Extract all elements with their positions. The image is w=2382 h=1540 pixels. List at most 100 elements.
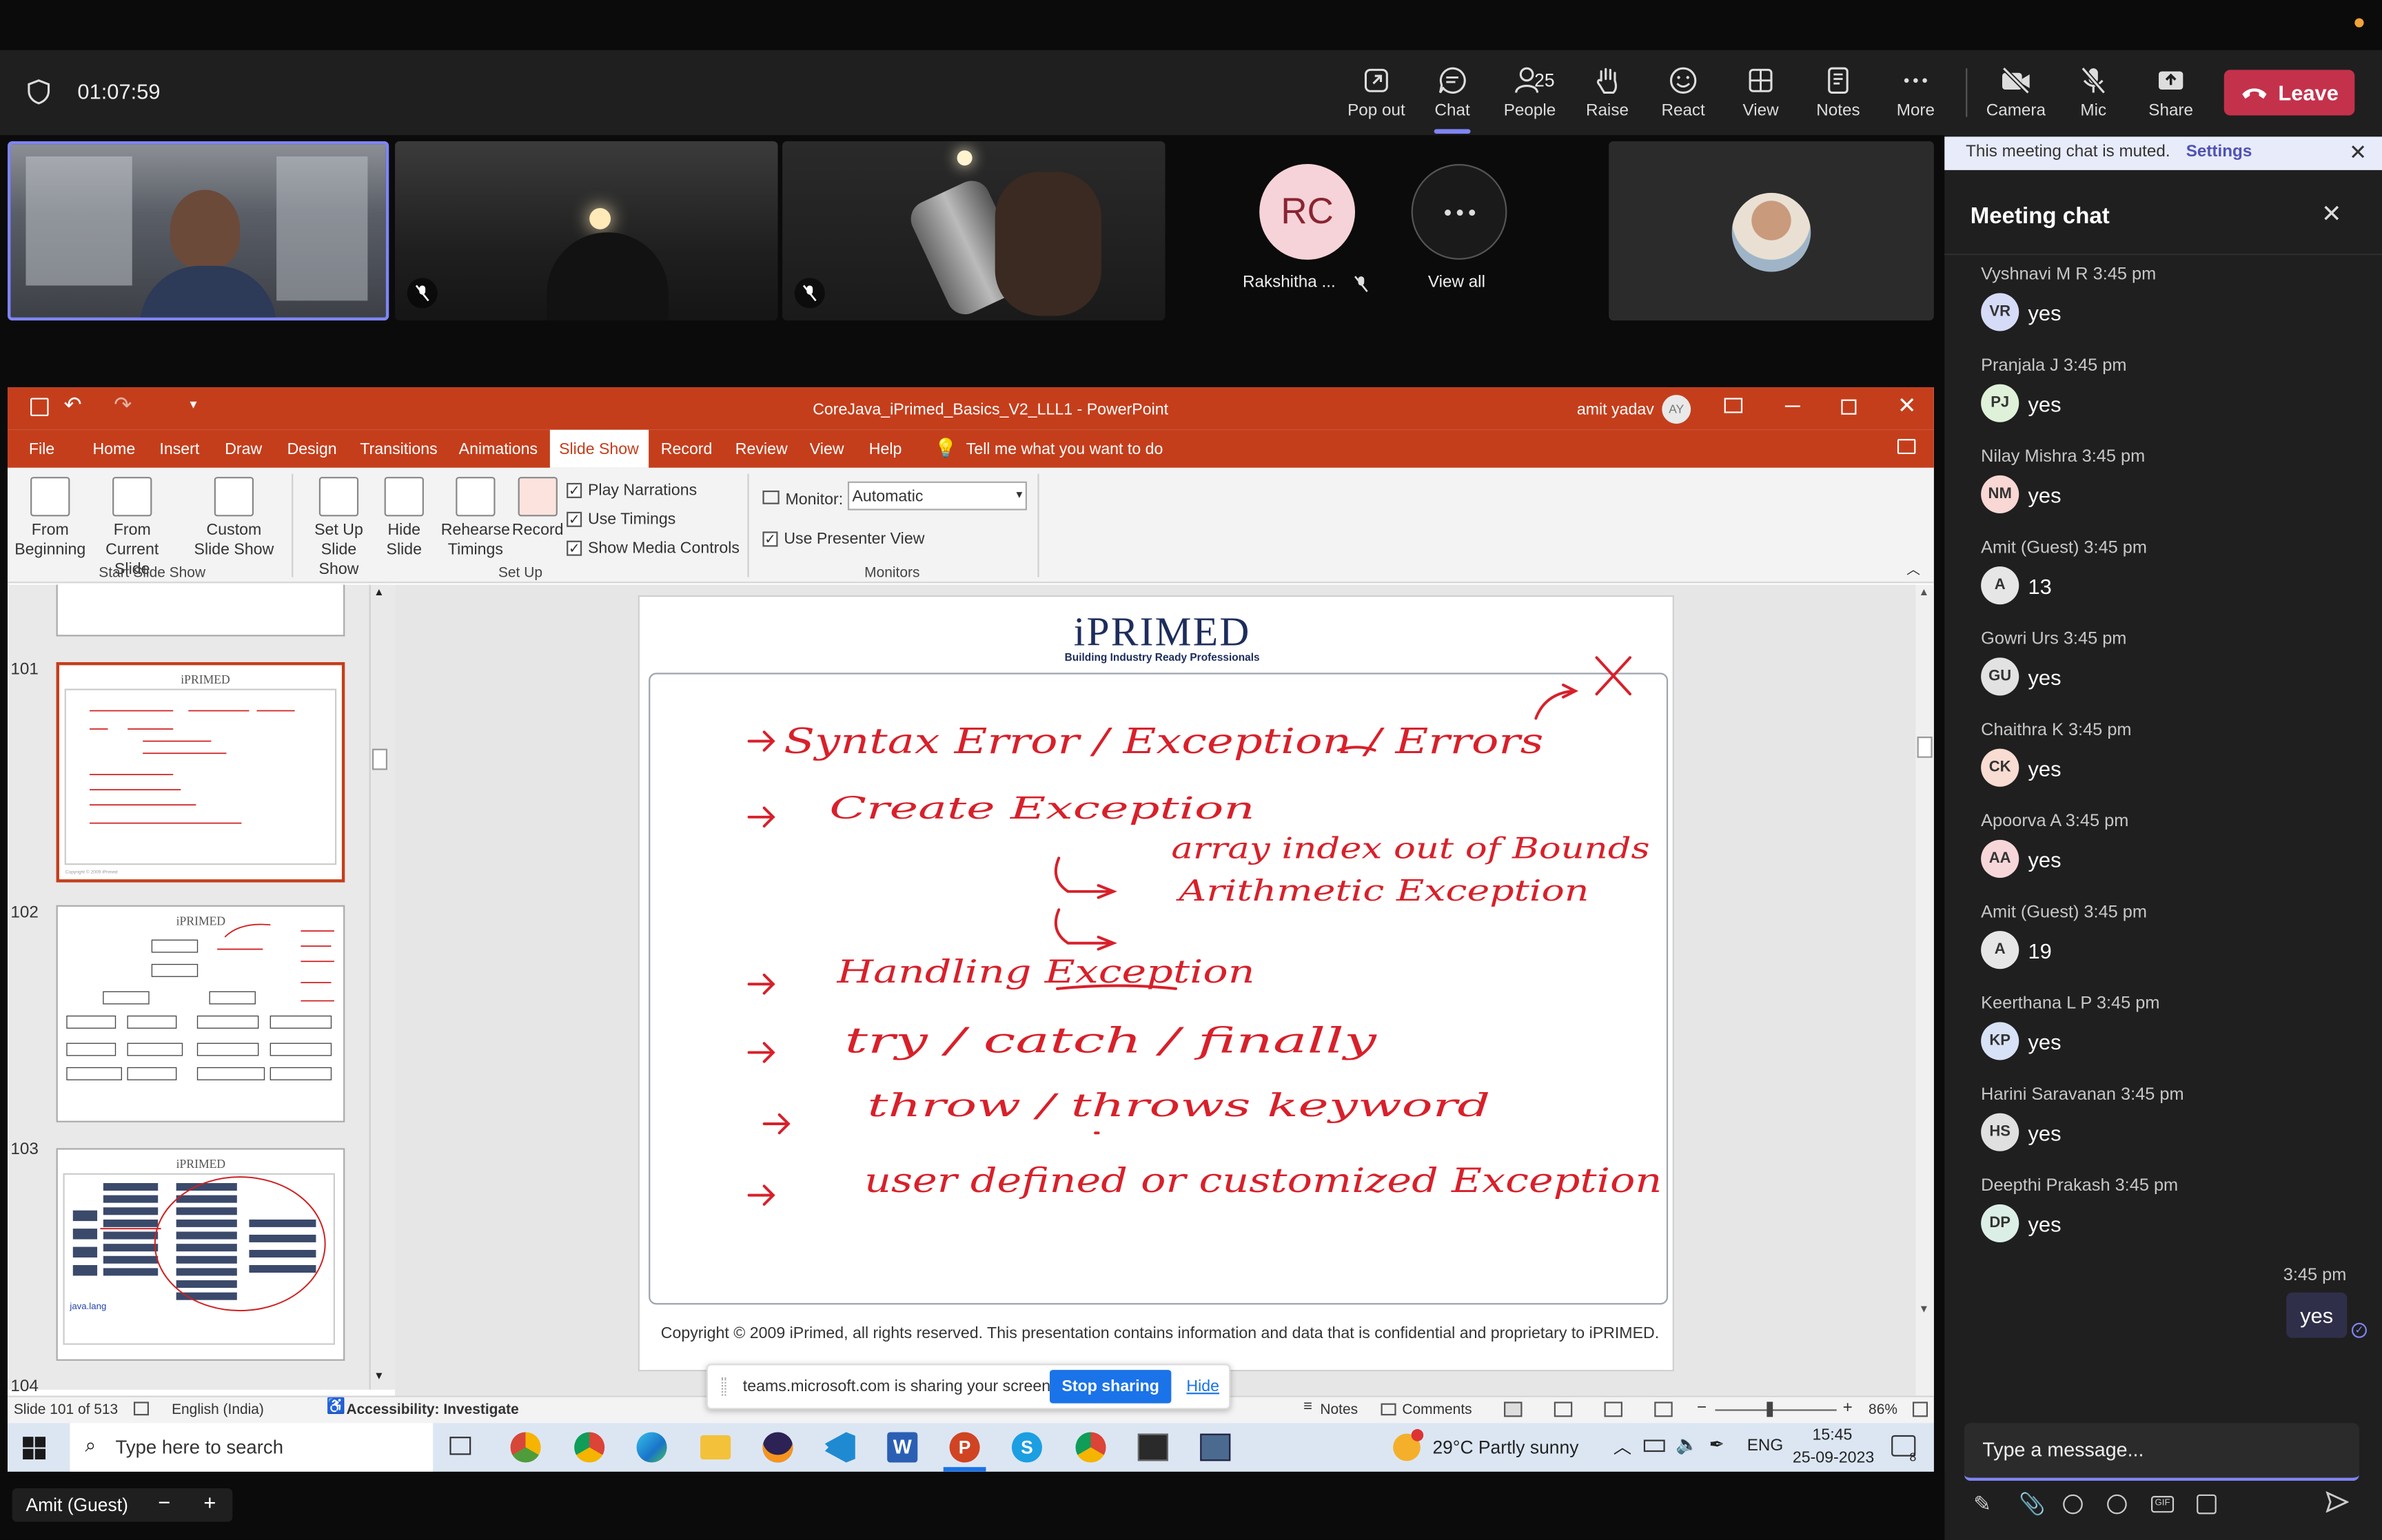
word-icon[interactable]: W bbox=[887, 1432, 918, 1463]
sticker-icon[interactable] bbox=[2197, 1494, 2217, 1515]
accessibility-label[interactable]: Accessibility: Investigate bbox=[347, 1402, 519, 1418]
send-icon[interactable] bbox=[2325, 1490, 2350, 1520]
emoji-icon[interactable] bbox=[2107, 1494, 2127, 1515]
zoom-level[interactable]: 86% bbox=[1869, 1402, 1897, 1418]
redo-icon[interactable]: ↷ bbox=[114, 392, 132, 418]
video-tile-presenter[interactable] bbox=[8, 141, 389, 321]
tab-draw[interactable]: Draw bbox=[225, 440, 262, 458]
close-icon[interactable]: ✕ bbox=[1897, 392, 1917, 419]
use-timings-checkbox[interactable]: ✓ Use Timings bbox=[567, 511, 675, 528]
clock-time[interactable]: 15:45 bbox=[1812, 1426, 1852, 1444]
format-icon[interactable]: ✎ bbox=[1973, 1491, 1991, 1517]
language-label[interactable]: English (India) bbox=[172, 1402, 264, 1418]
scroll-up-icon[interactable]: ▲ bbox=[374, 588, 384, 598]
mic-button[interactable]: Mic bbox=[2054, 65, 2133, 120]
file-explorer-icon[interactable] bbox=[700, 1435, 731, 1460]
slide-thumbnail-101[interactable]: iPRIMED Copyright © 2009 iPrimed bbox=[56, 661, 345, 883]
weather-text[interactable]: 29°C Partly sunny bbox=[1432, 1437, 1578, 1458]
video-tile-self[interactable] bbox=[1609, 141, 1934, 321]
record-button[interactable]: Record bbox=[512, 477, 564, 541]
tab-slide-show[interactable]: Slide Show bbox=[549, 429, 649, 468]
clock-date[interactable]: 25-09-2023 bbox=[1793, 1449, 1874, 1467]
chrome-icon[interactable] bbox=[574, 1432, 605, 1463]
chat-message[interactable]: Harini Saravanan 3:45 pm HS yes bbox=[1981, 1086, 2361, 1151]
pen-icon[interactable]: ✒ bbox=[1709, 1434, 1724, 1455]
chat-message[interactable]: Vyshnavi M R 3:45 pm VR yes bbox=[1981, 266, 2361, 331]
scroll-thumb[interactable] bbox=[1917, 736, 1933, 758]
editor-scrollbar[interactable]: ▲ ▼ bbox=[1915, 584, 1934, 1396]
notes-toggle[interactable]: Notes bbox=[1320, 1402, 1358, 1418]
tab-help[interactable]: Help bbox=[869, 440, 902, 458]
chat-message[interactable]: Gowri Urs 3:45 pm GU yes bbox=[1981, 630, 2361, 696]
camera-button[interactable]: Camera bbox=[1977, 65, 2056, 120]
play-narrations-checkbox[interactable]: ✓ Play Narrations bbox=[567, 482, 697, 500]
loop-icon[interactable] bbox=[2063, 1494, 2083, 1515]
tab-record[interactable]: Record bbox=[661, 440, 713, 458]
rehearse-button[interactable]: Rehearse Timings bbox=[440, 477, 510, 560]
close-chat-icon[interactable]: ✕ bbox=[2321, 199, 2342, 229]
more-button[interactable]: More bbox=[1876, 65, 1955, 120]
customize-qat-icon[interactable]: ▾ bbox=[190, 396, 197, 413]
tell-me-box[interactable]: Tell me what you want to do bbox=[966, 440, 1163, 458]
react-button[interactable]: React bbox=[1644, 65, 1723, 120]
scroll-up-icon[interactable]: ▲ bbox=[1919, 588, 1929, 598]
thumbnail-scrollbar[interactable]: ▲ ▼ bbox=[369, 584, 388, 1390]
powerpoint-icon[interactable]: P bbox=[949, 1432, 980, 1463]
zoom-slider-thumb[interactable] bbox=[1767, 1402, 1773, 1417]
zoom-in-button[interactable]: + bbox=[203, 1490, 216, 1514]
people-button[interactable]: 25 People bbox=[1490, 65, 1569, 120]
own-message-bubble[interactable]: yes bbox=[2286, 1292, 2348, 1338]
zoom-out-button[interactable]: − bbox=[1697, 1399, 1707, 1417]
popout-button[interactable]: Pop out bbox=[1337, 65, 1416, 120]
presenter-view-checkbox[interactable]: ✓ Use Presenter View bbox=[762, 530, 924, 548]
chat-message[interactable]: Amit (Guest) 3:45 pm A 19 bbox=[1981, 903, 2361, 969]
chat-message[interactable]: Keerthana L P 3:45 pm KP yes bbox=[1981, 995, 2361, 1060]
save-icon[interactable] bbox=[30, 398, 49, 416]
tray-chevron-icon[interactable]: ︿ bbox=[1614, 1434, 1631, 1459]
participant-rc[interactable]: RC Rakshitha ... bbox=[1215, 141, 1397, 320]
task-view-icon[interactable] bbox=[449, 1437, 471, 1455]
set-up-button[interactable]: Set Up Slide Show bbox=[299, 477, 378, 580]
chat-compose-box[interactable]: Type a message... bbox=[1964, 1423, 2359, 1481]
skype-icon[interactable]: S bbox=[1011, 1432, 1043, 1463]
share-button[interactable]: Share bbox=[2131, 65, 2210, 120]
language-indicator[interactable]: ENG bbox=[1747, 1437, 1784, 1455]
edge-icon[interactable] bbox=[636, 1432, 667, 1463]
show-media-checkbox[interactable]: ✓ Show Media Controls bbox=[567, 539, 740, 557]
chat-message[interactable]: Chaithra K 3:45 pm CK yes bbox=[1981, 721, 2361, 787]
comments-icon[interactable] bbox=[1897, 438, 1916, 455]
windows-start-icon[interactable] bbox=[23, 1437, 46, 1464]
collapse-ribbon-icon[interactable]: ︿ bbox=[1906, 559, 1920, 579]
minimize-icon[interactable] bbox=[1784, 405, 1800, 408]
chat-button[interactable]: Chat bbox=[1413, 65, 1492, 134]
taskbar-search-box[interactable]: ⌕ Type here to search bbox=[70, 1423, 434, 1472]
slide-thumbnail-102[interactable]: iPRIMED bbox=[56, 905, 345, 1122]
tab-design[interactable]: Design bbox=[287, 440, 337, 458]
raise-hand-button[interactable]: Raise bbox=[1568, 65, 1647, 120]
chat-message[interactable]: Pranjala J 3:45 pm PJ yes bbox=[1981, 357, 2361, 422]
tab-transitions[interactable]: Transitions bbox=[360, 440, 437, 458]
gif-icon[interactable]: GIF bbox=[2151, 1496, 2175, 1513]
comments-toggle[interactable]: Comments bbox=[1402, 1402, 1472, 1418]
sorter-view-icon[interactable] bbox=[1554, 1402, 1573, 1417]
chat-message[interactable]: Amit (Guest) 3:45 pm A 13 bbox=[1981, 539, 2361, 605]
scroll-thumb[interactable] bbox=[372, 748, 388, 770]
eclipse-icon[interactable] bbox=[762, 1432, 793, 1463]
video-tile-participant-2[interactable] bbox=[395, 141, 778, 321]
restore-icon[interactable] bbox=[1841, 399, 1857, 415]
reading-view-icon[interactable] bbox=[1604, 1402, 1622, 1417]
scroll-down-icon[interactable]: ▼ bbox=[374, 1371, 384, 1382]
attach-icon[interactable]: 📎 bbox=[2019, 1491, 2045, 1517]
hide-slide-button[interactable]: Hide Slide bbox=[381, 477, 427, 560]
undo-icon[interactable]: ↶ bbox=[64, 392, 82, 418]
close-icon[interactable]: ✕ bbox=[2349, 140, 2367, 165]
chrome-canary-icon[interactable] bbox=[510, 1432, 541, 1463]
chat-message[interactable]: Nilay Mishra 3:45 pm NM yes bbox=[1981, 448, 2361, 513]
vscode-icon[interactable] bbox=[824, 1432, 855, 1463]
drag-handle-icon[interactable] bbox=[721, 1377, 726, 1396]
from-beginning-button[interactable]: From Beginning bbox=[14, 477, 87, 560]
view-button[interactable]: View bbox=[1721, 65, 1800, 120]
fit-slide-icon[interactable] bbox=[1912, 1402, 1928, 1417]
custom-show-button[interactable]: Custom Slide Show bbox=[187, 477, 281, 560]
tab-view[interactable]: View bbox=[810, 440, 844, 458]
